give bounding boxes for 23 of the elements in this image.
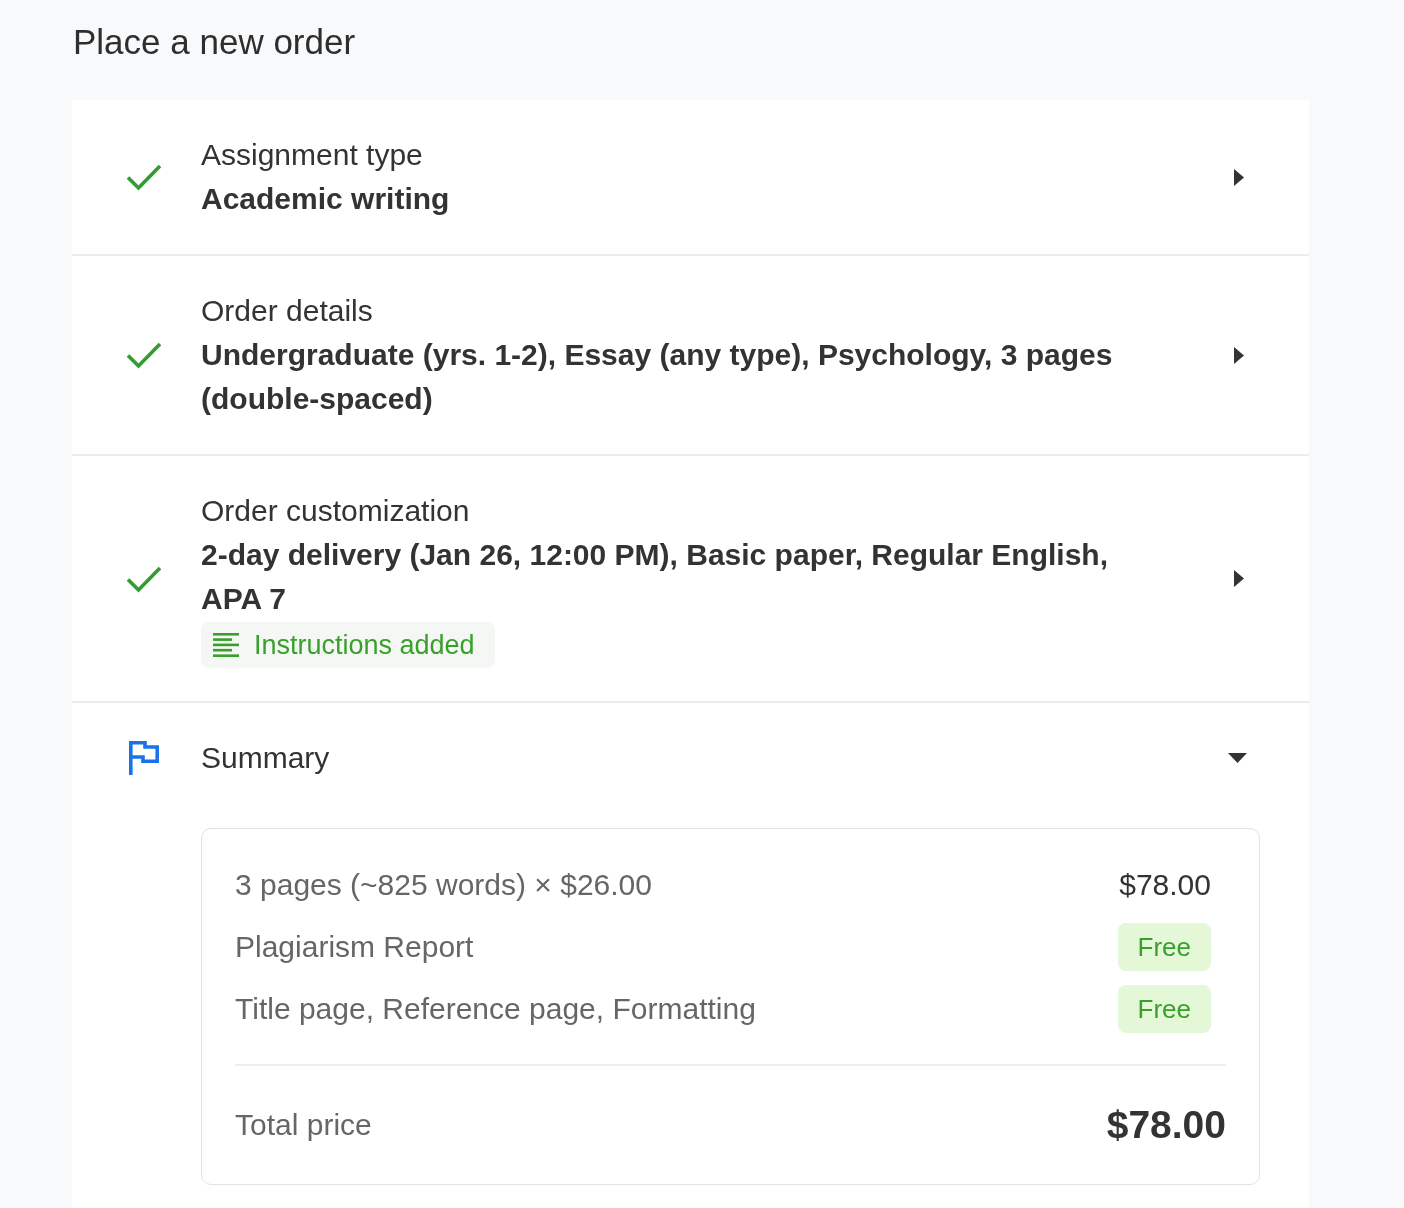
summary-label: Summary bbox=[201, 740, 331, 776]
caret-icon[interactable] bbox=[1234, 570, 1244, 587]
total-amount: $78.00 bbox=[1106, 1103, 1226, 1147]
line-item-label: Plagiarism Report bbox=[235, 930, 474, 964]
line-item-label: 3 pages (~825 words) × $26.00 bbox=[235, 868, 652, 902]
line-item-label: Title page, Reference page, Formatting bbox=[235, 992, 756, 1026]
caret-icon[interactable] bbox=[1228, 753, 1247, 763]
free-badge: Free bbox=[1117, 923, 1211, 971]
step-value: Academic writing bbox=[201, 181, 451, 217]
total-label: Total price bbox=[235, 1108, 372, 1142]
step-value: 2-day delivery (Jan 26, 12:00 PM), Basic paper, Regular English, APA 7 bbox=[201, 537, 1110, 617]
chip-label: Instructions added bbox=[254, 629, 475, 661]
step-label: Order customization bbox=[201, 493, 471, 529]
flag-icon bbox=[129, 741, 159, 775]
step-value: Undergraduate (yrs. 1-2), Essay (any type), Psychology, 3 pages (double-spaced) bbox=[201, 337, 1114, 417]
free-badge: Free bbox=[1117, 985, 1211, 1033]
step-label: Order details bbox=[201, 293, 374, 329]
step-label: Assignment type bbox=[201, 137, 424, 173]
caret-icon[interactable] bbox=[1234, 346, 1244, 364]
page-title: Place a new order bbox=[72, 21, 357, 63]
caret-icon[interactable] bbox=[1234, 168, 1244, 186]
text-lines-icon bbox=[213, 633, 239, 657]
price-amount: $78.00 bbox=[1119, 868, 1211, 902]
